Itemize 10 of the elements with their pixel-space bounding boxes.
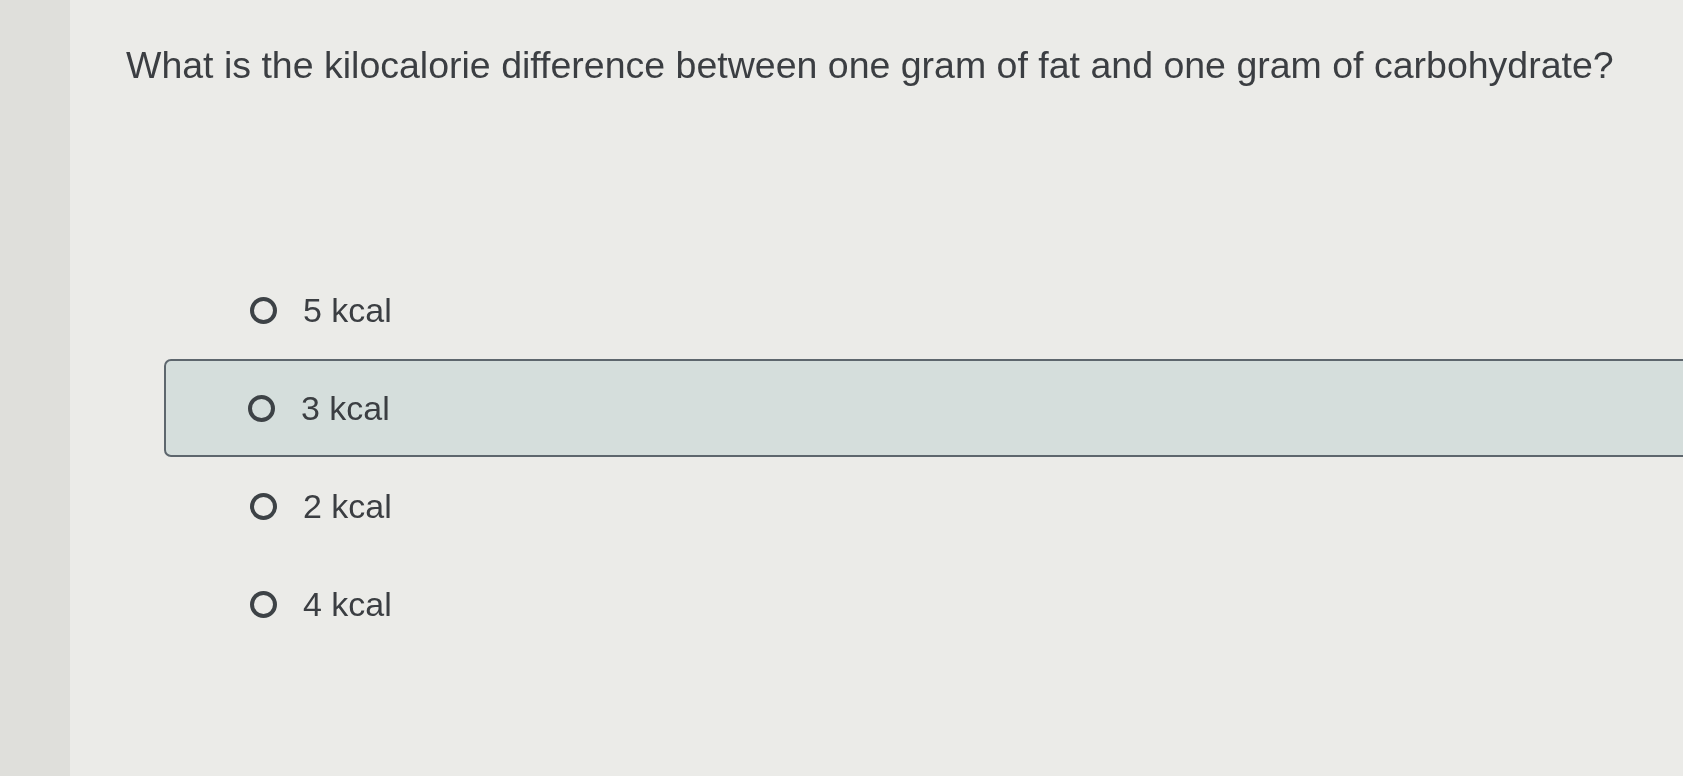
radio-button[interactable] xyxy=(248,394,275,422)
question-text: What is the kilocalorie difference between one gram of fat and one gram of carbohydrate? xyxy=(126,44,1614,86)
radio-button[interactable] xyxy=(250,492,277,520)
option-label[interactable]: 3 kcal xyxy=(301,388,390,428)
radio-button[interactable] xyxy=(250,590,277,618)
option-label[interactable]: 4 kcal xyxy=(303,584,392,624)
highlighted-option[interactable]: 3 kcal xyxy=(164,359,1683,457)
option-label[interactable]: 5 kcal xyxy=(303,290,392,330)
radio-button[interactable] xyxy=(250,296,277,324)
option-label[interactable]: 2 kcal xyxy=(303,486,392,526)
